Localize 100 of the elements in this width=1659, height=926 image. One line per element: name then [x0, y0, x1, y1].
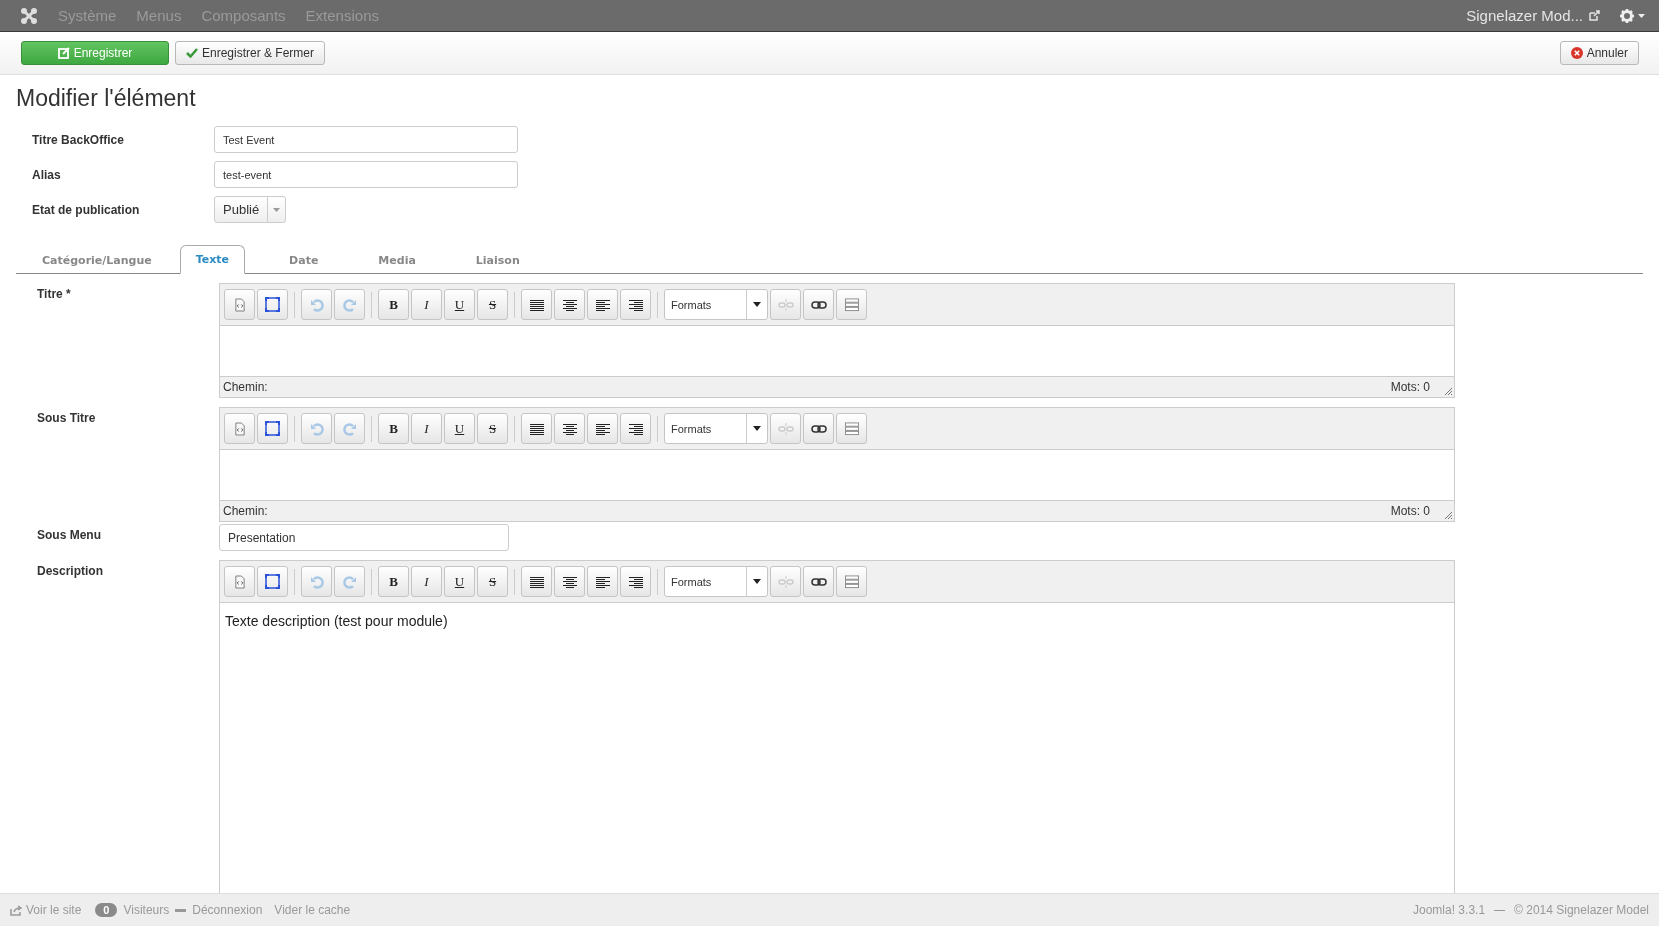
formats-dropdown[interactable]: Formats: [664, 413, 768, 444]
copyright-text: © 2014 Signelazer Model: [1514, 903, 1649, 917]
text-field[interactable]: test-event: [214, 161, 518, 188]
external-link-icon: [1589, 10, 1600, 21]
formats-dropdown[interactable]: Formats: [664, 289, 768, 320]
fullscreen-button[interactable]: [257, 413, 288, 444]
link-button[interactable]: [803, 566, 834, 597]
share-icon: [10, 904, 22, 916]
align-right-button[interactable]: [620, 413, 651, 444]
fullscreen-button[interactable]: [257, 289, 288, 320]
page-title: Modifier l'élément: [16, 85, 197, 112]
chain-link-icon: [810, 300, 827, 309]
tab[interactable]: Liaison: [459, 246, 536, 274]
undo-icon: [309, 297, 324, 312]
editor-text[interactable]: Texte description (test pour module): [225, 613, 448, 629]
underline-button[interactable]: U: [444, 413, 475, 444]
status-dropdown[interactable]: Publié: [214, 196, 287, 223]
undo-icon: [309, 574, 324, 589]
joomla-logo-icon: [20, 6, 38, 25]
em-dash-icon: [1494, 909, 1506, 911]
visitors-label: Visiteurs: [123, 903, 170, 917]
resize-handle-icon: [1444, 387, 1453, 396]
document-code-icon: [233, 574, 246, 589]
link-button[interactable]: [803, 289, 834, 320]
fullscreen-icon: [265, 297, 280, 312]
version-text: Joomla! 3.3.1: [1413, 903, 1486, 917]
broken-link-icon: [777, 422, 794, 435]
bold-button[interactable]: B: [378, 289, 409, 320]
document-code-icon: [233, 297, 246, 312]
tab[interactable]: Catégorie/Langue: [26, 246, 168, 274]
align-left-icon: [595, 422, 610, 435]
align-left-icon: [595, 575, 610, 588]
link-button[interactable]: [803, 413, 834, 444]
caret-down-icon: [753, 426, 761, 431]
settings-icon: [1620, 8, 1634, 23]
caret-down-icon: [1638, 13, 1645, 18]
align-left-button[interactable]: [587, 566, 618, 597]
dash-icon: [175, 908, 187, 912]
save-close-button[interactable]: Enregistrer & Fermer: [175, 41, 326, 65]
chain-link-icon: [810, 577, 827, 586]
text-field[interactable]: Presentation: [219, 524, 509, 551]
underline-button[interactable]: U: [444, 566, 475, 597]
align-right-icon: [628, 575, 643, 588]
broken-link-icon: [777, 575, 794, 588]
tab[interactable]: Date: [273, 246, 335, 274]
field-label: Description: [36, 563, 104, 580]
word-count: Mots: 0: [1390, 504, 1430, 518]
underline-button[interactable]: U: [444, 289, 475, 320]
align-center-button[interactable]: [554, 289, 585, 320]
list-icon: [843, 297, 860, 312]
path-label: Chemin:: [223, 504, 268, 518]
align-center-icon: [562, 298, 577, 311]
italic-button[interactable]: I: [411, 413, 442, 444]
bold-button[interactable]: B: [378, 566, 409, 597]
align-center-button[interactable]: [554, 566, 585, 597]
bold-button[interactable]: B: [378, 413, 409, 444]
strikethrough-button[interactable]: S: [477, 413, 508, 444]
align-center-button[interactable]: [554, 413, 585, 444]
text-field[interactable]: Test Event: [214, 126, 518, 153]
formats-dropdown[interactable]: Formats: [664, 566, 768, 597]
edit-icon: [57, 47, 70, 59]
field-label: Alias: [31, 167, 62, 182]
align-right-button[interactable]: [620, 566, 651, 597]
field-label: Etat de publication: [31, 202, 141, 217]
field-label: Titre BackOffice: [31, 132, 125, 147]
cancel-button[interactable]: Annuler: [1559, 41, 1639, 65]
list-icon: [843, 421, 860, 436]
resize-handle-icon: [1444, 511, 1453, 520]
fullscreen-button[interactable]: [257, 566, 288, 597]
align-left-button[interactable]: [587, 413, 618, 444]
redo-icon: [342, 421, 357, 436]
align-center-icon: [562, 575, 577, 588]
strikethrough-button[interactable]: S: [477, 289, 508, 320]
site-link[interactable]: Signelazer Mod...: [1466, 7, 1600, 24]
redo-icon: [342, 297, 357, 312]
path-label: Chemin:: [223, 380, 268, 394]
justify-button[interactable]: [521, 413, 552, 444]
field-label: Sous Titre: [36, 410, 97, 427]
checkmark-icon: [186, 48, 198, 58]
italic-button[interactable]: I: [411, 289, 442, 320]
tab[interactable]: Texte: [179, 245, 246, 274]
align-left-button[interactable]: [587, 289, 618, 320]
justify-button[interactable]: [521, 289, 552, 320]
caret-down-icon: [753, 579, 761, 584]
settings-menu[interactable]: [1620, 8, 1645, 23]
tab[interactable]: Media: [362, 246, 432, 274]
fullscreen-icon: [265, 574, 280, 589]
italic-button[interactable]: I: [411, 566, 442, 597]
align-justify-icon: [529, 422, 544, 435]
field-label: Titre *: [36, 286, 72, 303]
align-right-icon: [628, 422, 643, 435]
align-right-button[interactable]: [620, 289, 651, 320]
fullscreen-icon: [265, 421, 280, 436]
align-left-icon: [595, 298, 610, 311]
visitor-count: 0: [95, 903, 118, 917]
strikethrough-button[interactable]: S: [477, 566, 508, 597]
list-icon: [843, 574, 860, 589]
redo-icon: [342, 574, 357, 589]
align-justify-icon: [529, 575, 544, 588]
justify-button[interactable]: [521, 566, 552, 597]
